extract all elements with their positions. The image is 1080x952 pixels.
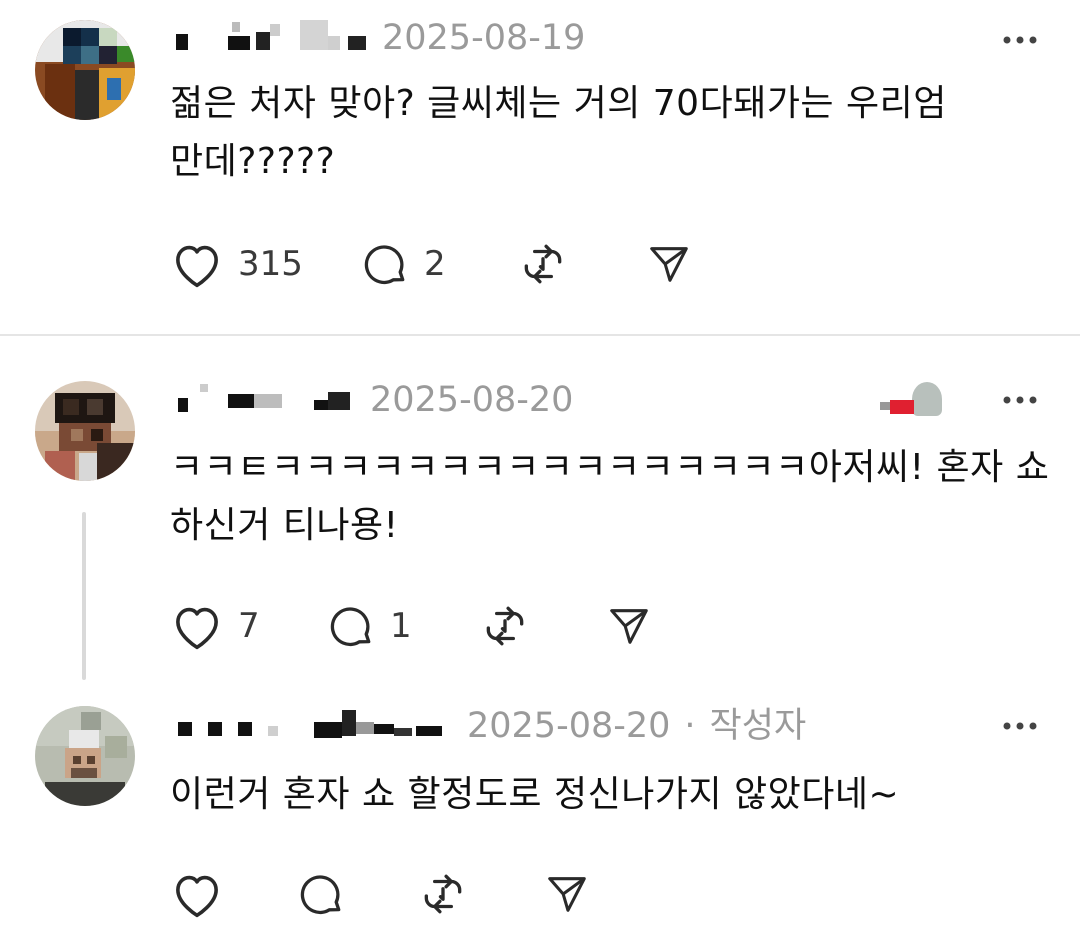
repost-button[interactable] <box>418 866 544 922</box>
repost-button[interactable] <box>480 598 606 654</box>
action-bar: 7 1 <box>170 598 652 654</box>
share-button[interactable] <box>646 236 692 292</box>
comment-text-line: 젊은 처자 맞아? 글씨체는 거의 70다돼가는 우리엄 <box>170 83 947 124</box>
avatar[interactable] <box>35 20 135 120</box>
author-tag: 작성자 <box>709 706 807 746</box>
heart-icon <box>176 875 218 918</box>
comment-text-line: 이런거 혼자 쇼 할정도로 정신나가지 않았다네~ <box>170 774 900 815</box>
reply-button[interactable]: 1 <box>326 598 480 654</box>
heart-icon <box>176 245 218 288</box>
comment-text-line: 하신거 티나용! <box>170 505 399 546</box>
repost-icon <box>524 244 562 284</box>
heart-icon <box>176 607 218 650</box>
like-button[interactable] <box>170 866 296 922</box>
share-button[interactable] <box>544 866 590 922</box>
comment-icon <box>300 875 341 915</box>
post-date: 2025-08-20 <box>370 380 574 420</box>
comment-2: 2025-08-20 ㅋㅋㅌㅋㅋㅋㅋㅋㅋㅋㅋㅋㅋㅋㅋㅋㅋㅋㅋ아저씨! 혼자 쇼 … <box>0 336 1080 686</box>
post-date: 2025-08-20 · 작성자 <box>467 706 806 746</box>
username-redacted[interactable] <box>172 380 362 420</box>
like-button[interactable]: 315 <box>170 236 360 292</box>
comment-icon <box>364 245 405 285</box>
meta-separator: · <box>684 706 696 746</box>
repost-icon <box>486 606 524 646</box>
reply-button[interactable]: 2 <box>360 236 518 292</box>
reply-count: 1 <box>390 606 412 646</box>
more-icon[interactable] <box>1000 380 1040 420</box>
comment-text: 젊은 처자 맞아? 글씨체는 거의 70다돼가는 우리엄 만데????? <box>170 75 1050 191</box>
avatar[interactable] <box>35 706 135 806</box>
comment-text: ㅋㅋㅌㅋㅋㅋㅋㅋㅋㅋㅋㅋㅋㅋㅋㅋㅋㅋㅋ아저씨! 혼자 쇼 하신거 티나용! <box>170 439 1050 555</box>
comment-text: 이런거 혼자 쇼 할정도로 정신나가지 않았다네~ <box>170 766 1050 824</box>
action-bar: 315 2 <box>170 236 692 292</box>
username-redacted[interactable] <box>172 706 452 746</box>
reply-button[interactable] <box>296 866 418 922</box>
like-button[interactable]: 7 <box>170 598 326 654</box>
like-count: 315 <box>238 244 303 284</box>
repost-button[interactable] <box>518 236 646 292</box>
post-date-value: 2025-08-20 <box>467 706 671 746</box>
comment-text-line: ㅋㅋㅌㅋㅋㅋㅋㅋㅋㅋㅋㅋㅋㅋㅋㅋㅋㅋㅋ아저씨! 혼자 쇼 <box>170 447 1050 488</box>
more-icon[interactable] <box>1000 20 1040 60</box>
like-count: 7 <box>238 606 260 646</box>
reply-count: 2 <box>424 244 446 284</box>
action-bar <box>170 866 590 922</box>
send-icon <box>548 877 586 912</box>
comment-1: 2025-08-19 젊은 처자 맞아? 글씨체는 거의 70다돼가는 우리엄 … <box>0 0 1080 334</box>
share-button[interactable] <box>606 598 652 654</box>
reaction-avatar[interactable] <box>880 382 950 418</box>
send-icon <box>650 247 688 282</box>
more-icon[interactable] <box>1000 706 1040 746</box>
post-date: 2025-08-19 <box>382 18 586 58</box>
username-redacted[interactable] <box>172 20 377 60</box>
send-icon <box>610 609 648 644</box>
comment-3: 2025-08-20 · 작성자 이런거 혼자 쇼 할정도로 정신나가지 않았다네~ <box>0 686 1080 952</box>
comment-icon <box>330 607 371 647</box>
thread-line <box>82 512 86 680</box>
comment-text-line: 만데????? <box>170 141 336 182</box>
repost-icon <box>424 874 462 914</box>
avatar[interactable] <box>35 381 135 481</box>
